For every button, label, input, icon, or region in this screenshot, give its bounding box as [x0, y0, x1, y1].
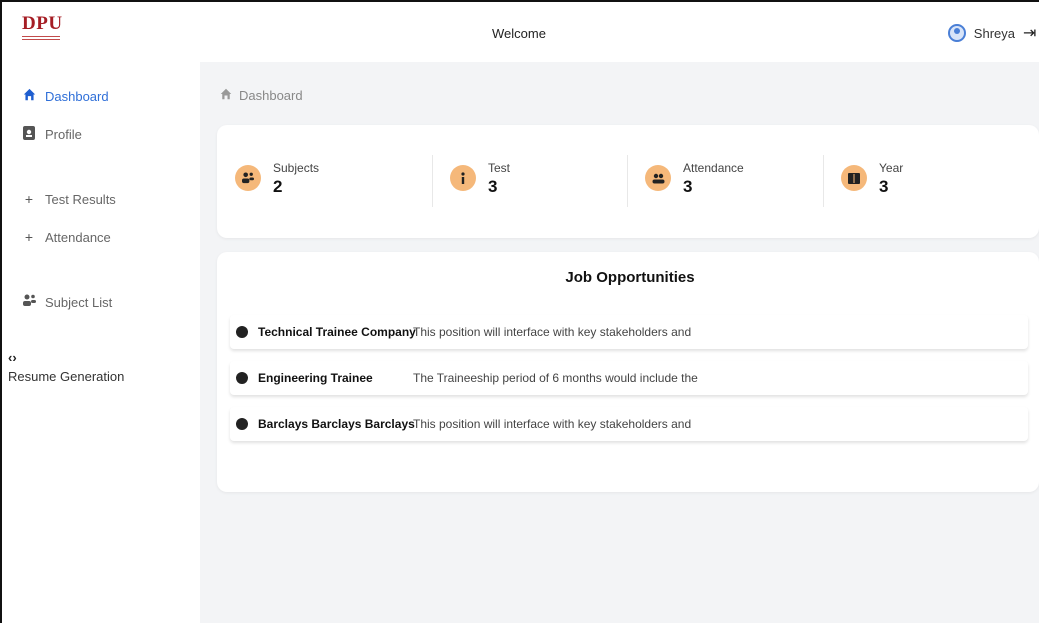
stat-value: 3 [879, 177, 889, 196]
sidebar-item-subject-list[interactable]: Subject List [22, 294, 112, 310]
stat-label: Test [488, 161, 511, 175]
users-icon [235, 165, 261, 191]
job-opportunities-card: Job Opportunities Technical Trainee Comp… [217, 252, 1039, 492]
stat-value: 3 [488, 177, 498, 196]
job-list-item[interactable]: Technical Trainee Company This position … [230, 315, 1028, 349]
stat-attendance[interactable]: Attendance 3 [627, 155, 823, 207]
breadcrumb: Dashboard [220, 88, 303, 103]
user-name[interactable]: Shreya [974, 26, 1015, 41]
bullet-icon [236, 418, 248, 430]
breadcrumb-label[interactable]: Dashboard [239, 88, 303, 103]
job-description: This position will interface with key st… [413, 417, 692, 431]
job-title: Technical Trainee Company [258, 325, 416, 339]
stat-test[interactable]: Test 3 [432, 155, 628, 207]
stat-value: 3 [683, 177, 693, 196]
divider [432, 155, 433, 207]
sidebar-item-profile[interactable]: Profile [22, 126, 82, 143]
group-icon [645, 165, 671, 191]
job-description: The Traineeship period of 6 months would… [413, 371, 698, 385]
home-icon [22, 88, 36, 104]
user-menu[interactable]: Shreya ⇥ [947, 22, 1037, 44]
job-list-item[interactable]: Barclays Barclays Barclays This position… [230, 407, 1028, 441]
book-icon [841, 165, 867, 191]
logo-text: DPU [22, 13, 63, 34]
job-title: Engineering Trainee [258, 371, 373, 385]
sidebar: Dashboard Profile + Test Results + Atten… [2, 62, 200, 623]
sidebar-item-label: Dashboard [45, 88, 109, 104]
sidebar-item-label: Subject List [45, 294, 113, 310]
bullet-icon [236, 326, 248, 338]
dpu-logo[interactable]: DPU [22, 14, 62, 48]
users-icon [22, 294, 36, 310]
job-description: This position will interface with key st… [413, 325, 692, 339]
section-title: Job Opportunities [565, 269, 695, 286]
sidebar-item-resume-generation[interactable]: ‹› Resume Generation [8, 350, 124, 384]
sidebar-item-test-results[interactable]: + Test Results [22, 191, 116, 207]
divider [627, 155, 628, 207]
sidebar-item-label: Test Results [45, 191, 116, 207]
divider [823, 155, 824, 207]
code-icon: ‹› [8, 350, 17, 365]
stat-label: Attendance [683, 161, 744, 175]
job-list-item[interactable]: Engineering Trainee The Traineeship peri… [230, 361, 1028, 395]
info-icon [450, 165, 476, 191]
sidebar-item-label: Profile [45, 127, 82, 142]
id-badge-icon [22, 126, 36, 143]
stat-year[interactable]: Year 3 [823, 155, 1019, 207]
sidebar-item-label: Resume Generation [8, 369, 125, 384]
job-title: Barclays Barclays Barclays [258, 417, 415, 431]
home-icon [220, 88, 232, 103]
avatar-icon[interactable] [947, 24, 966, 42]
stat-subjects[interactable]: Subjects 2 [217, 155, 413, 207]
bullet-icon [236, 372, 248, 384]
page-title: Welcome [492, 26, 546, 41]
sidebar-item-attendance[interactable]: + Attendance [22, 229, 111, 245]
stat-value: 2 [273, 177, 283, 196]
stats-card: Subjects 2 Test 3 Attendance 3 Year 3 [217, 125, 1039, 238]
plus-icon: + [24, 191, 34, 207]
plus-icon: + [24, 229, 34, 245]
logo-underline [22, 36, 60, 40]
stat-label: Year [879, 161, 904, 175]
sidebar-item-label: Attendance [45, 229, 111, 245]
logout-icon[interactable]: ⇥ [1023, 23, 1037, 43]
main-content: Dashboard Subjects 2 Test 3 Attendance 3 [200, 62, 1039, 623]
top-header: DPU Welcome Shreya ⇥ [2, 2, 1039, 62]
stat-label: Subjects [273, 161, 320, 175]
sidebar-item-dashboard[interactable]: Dashboard [22, 88, 109, 104]
